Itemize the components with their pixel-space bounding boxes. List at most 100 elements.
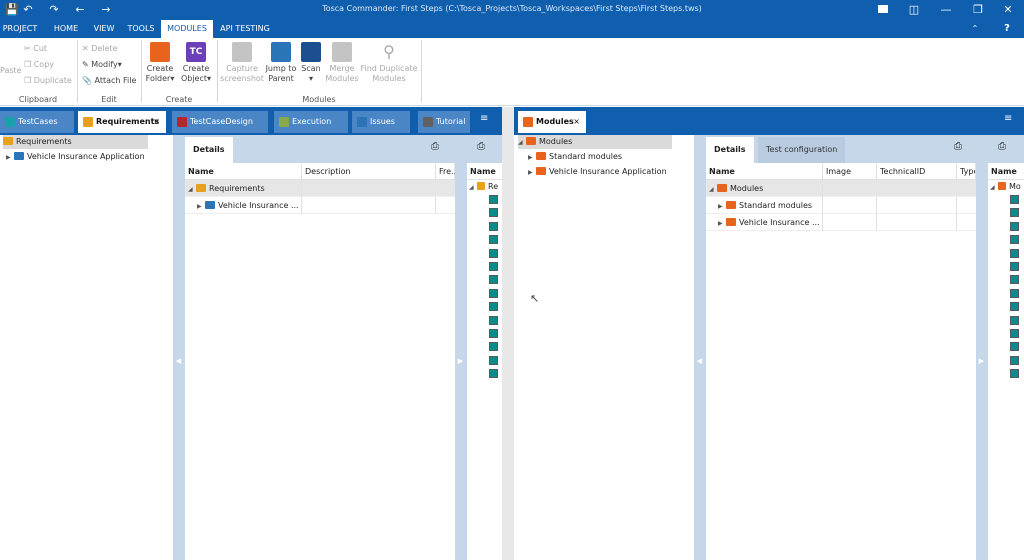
expand-icon[interactable]: ▶ [197, 198, 205, 214]
tab-tutorial[interactable]: Tutorial [418, 111, 470, 133]
expand-icon[interactable]: ▶ [718, 215, 726, 231]
row-checkbox[interactable] [1010, 355, 1019, 365]
column-header[interactable]: Image [823, 163, 877, 180]
mini-row[interactable]: ◢ Re [469, 182, 498, 191]
column-header[interactable]: Description [302, 163, 436, 180]
table-row[interactable]: ▶ Vehicle Insurance ... [185, 197, 455, 214]
minimize-icon[interactable]: — [938, 2, 954, 18]
tab-testcasedesign[interactable]: TestCaseDesign [172, 111, 268, 133]
tab-details[interactable]: Details [706, 137, 754, 163]
table-row[interactable]: ◢ Requirements [185, 180, 455, 197]
restore-ribbon-icon[interactable]: ◫ [906, 2, 922, 18]
row-checkbox[interactable] [1010, 208, 1019, 218]
tab-requirements[interactable]: Requirements × [78, 111, 166, 133]
tab-execution[interactable]: Execution [274, 111, 348, 133]
column-header[interactable]: Name [706, 163, 823, 180]
tab-overflow-icon[interactable]: ≡ [480, 113, 488, 124]
menu-project[interactable]: PROJECT [0, 20, 40, 38]
duplicate-button[interactable]: ❐ Duplicate [24, 76, 72, 85]
create-folder-button[interactable]: Create Folder▾ [144, 42, 176, 84]
tree-item-requirements[interactable]: Requirements [3, 135, 148, 149]
collapse-icon[interactable]: ◢ [709, 181, 717, 197]
close-tab-icon[interactable]: × [573, 111, 580, 133]
expand-icon[interactable]: ▶ [528, 166, 536, 180]
modify-button[interactable]: ✎ Modify▾ [82, 60, 122, 69]
row-checkbox[interactable] [1010, 315, 1019, 325]
tree-item-vehicle-insurance[interactable]: ▶ Vehicle Insurance Application [6, 150, 145, 164]
collapse-ribbon-icon[interactable]: ⌃ [968, 20, 982, 38]
layout-icon[interactable] [878, 5, 888, 13]
row-checkbox[interactable] [1010, 235, 1019, 245]
close-icon[interactable]: ✕ [1000, 2, 1016, 18]
row-checkbox[interactable] [489, 195, 498, 204]
row-checkbox[interactable] [489, 248, 498, 258]
collapse-bar[interactable]: ▶ [455, 135, 467, 560]
expand-icon[interactable]: ▶ [718, 198, 726, 214]
tab-test-configuration[interactable]: Test configuration [758, 137, 846, 163]
menu-modules[interactable]: MODULES [161, 20, 213, 38]
tab-issues[interactable]: Issues [352, 111, 410, 133]
row-checkbox[interactable] [489, 288, 498, 298]
print-icon[interactable]: ⎙ [431, 141, 439, 152]
jump-to-parent-button[interactable]: Jump to Parent [264, 42, 298, 84]
row-checkbox[interactable] [489, 275, 498, 285]
print-icon[interactable]: ⎙ [477, 141, 485, 152]
row-checkbox[interactable] [1010, 329, 1019, 338]
delete-button[interactable]: ✕ Delete [82, 44, 118, 53]
create-object-button[interactable]: TC Create Object▾ [179, 42, 213, 84]
menu-tools[interactable]: TOOLS [124, 20, 158, 38]
collapse-bar[interactable]: ◀ [694, 135, 706, 560]
tab-modules[interactable]: Modules × [518, 111, 586, 133]
column-header[interactable]: TechnicalID [877, 163, 957, 180]
pane-splitter[interactable] [502, 107, 514, 560]
row-checkbox[interactable] [1010, 342, 1019, 352]
row-checkbox[interactable] [1010, 275, 1019, 285]
tree-item-vehicle-insurance[interactable]: ▶ Vehicle Insurance Application [528, 165, 667, 179]
collapse-icon[interactable]: ◢ [188, 181, 196, 197]
collapse-bar[interactable]: ▶ [976, 135, 988, 560]
capture-screenshot-button[interactable]: Capture screenshot [220, 42, 264, 84]
tree-item-modules[interactable]: ◢ Modules [518, 135, 672, 149]
row-checkbox[interactable] [489, 342, 498, 352]
column-header[interactable]: Name [467, 163, 502, 180]
row-checkbox[interactable] [489, 315, 498, 325]
row-checkbox[interactable] [489, 369, 498, 379]
row-checkbox[interactable] [489, 302, 498, 312]
column-header[interactable]: Type [957, 163, 976, 180]
tab-testcases[interactable]: TestCases [0, 111, 74, 133]
row-checkbox[interactable] [489, 221, 498, 231]
menu-view[interactable]: VIEW [88, 20, 120, 38]
row-checkbox[interactable] [489, 262, 498, 271]
row-checkbox[interactable] [1010, 221, 1019, 231]
row-checkbox[interactable] [489, 329, 498, 338]
expand-icon[interactable]: ▶ [528, 151, 536, 165]
row-checkbox[interactable] [1010, 369, 1019, 379]
table-row[interactable]: ▶ Standard modules [706, 197, 976, 214]
help-icon[interactable]: ? [1000, 20, 1014, 38]
print-icon[interactable]: ⎙ [954, 141, 962, 152]
copy-button[interactable]: ❐ Copy [24, 60, 54, 69]
table-row[interactable]: ◢ Modules [706, 180, 976, 197]
close-tab-icon[interactable]: × [153, 111, 160, 133]
menu-home[interactable]: HOME [48, 20, 84, 38]
cut-button[interactable]: ✂ Cut [24, 44, 47, 53]
attach-file-button[interactable]: 📎 Attach File [82, 76, 136, 85]
tab-details[interactable]: Details [185, 137, 233, 163]
scan-button[interactable]: Scan ▾ [298, 42, 324, 84]
column-header[interactable]: Fre... [436, 163, 459, 180]
row-checkbox[interactable] [1010, 288, 1019, 298]
row-checkbox[interactable] [1010, 195, 1019, 204]
collapse-bar[interactable]: ◀ [173, 135, 185, 560]
column-header[interactable]: Name [988, 163, 1024, 180]
row-checkbox[interactable] [1010, 302, 1019, 312]
tree-item-standard-modules[interactable]: ▶ Standard modules [528, 150, 622, 164]
collapse-icon[interactable]: ◢ [518, 136, 526, 150]
row-checkbox[interactable] [489, 355, 498, 365]
print-icon[interactable]: ⎙ [998, 141, 1006, 152]
merge-modules-button[interactable]: Merge Modules [324, 42, 360, 84]
row-checkbox[interactable] [489, 235, 498, 245]
expand-icon[interactable]: ▶ [6, 151, 14, 165]
row-checkbox[interactable] [1010, 262, 1019, 271]
menu-api-testing[interactable]: API TESTING [216, 20, 274, 38]
maximize-icon[interactable]: ❐ [970, 2, 986, 18]
